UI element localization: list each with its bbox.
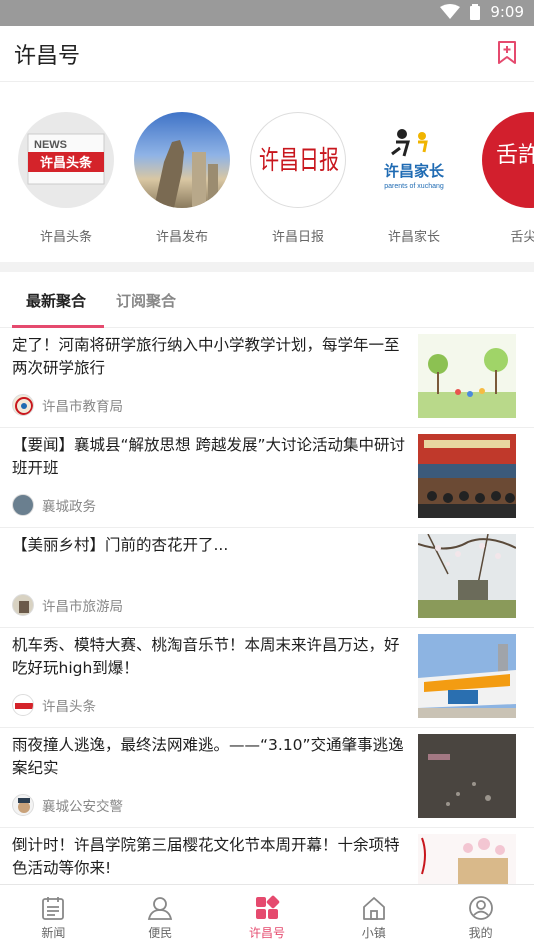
- source-avatar: [12, 694, 34, 716]
- channel-item-xuchang-jiazhang[interactable]: 许昌家长 parents of xuchang 许昌家长: [359, 112, 469, 245]
- news-title: 机车秀、模特大赛、桃淘音乐节！本周末来许昌万达，好吃好玩high到爆！: [12, 636, 400, 677]
- list-item[interactable]: 倒计时！许昌学院第三届樱花文化节本周开幕！十余项特色活动等你来!: [0, 828, 534, 888]
- source-avatar: [12, 394, 34, 416]
- status-time: 9:09: [490, 3, 524, 21]
- tab-subscribed[interactable]: 订阅聚合: [116, 290, 176, 311]
- nav-label: 许昌号: [248, 926, 285, 940]
- source-name: 襄城政务: [42, 499, 96, 515]
- list-item[interactable]: 定了！河南将研学旅行纳入中小学教学计划，每学年一至两次研学旅行 许昌市教育局: [0, 328, 534, 428]
- tab-bar: 最新聚合 订阅聚合: [0, 272, 534, 328]
- svg-text:许昌头条: 许昌头条: [40, 155, 93, 171]
- news-source: 许昌头条: [12, 694, 96, 716]
- people-icon: [148, 897, 173, 920]
- news-thumbnail: [418, 734, 516, 818]
- wifi-icon: [440, 4, 461, 20]
- news-thumbnail: [418, 834, 516, 888]
- news-thumbnail: [418, 334, 516, 418]
- nav-item-mine[interactable]: 我的: [427, 885, 534, 949]
- nav-item-xuchanghao[interactable]: 许昌号: [214, 885, 321, 949]
- channel-logo-xuchang-toutiao: NEWS 许昌头条: [18, 112, 114, 208]
- battery-icon: [470, 4, 481, 20]
- news-thumbnail: [418, 534, 516, 618]
- nav-item-town[interactable]: 小镇: [320, 885, 427, 949]
- channel-logo-xuchang-fabu: [134, 112, 230, 208]
- list-item[interactable]: 【要闻】襄城县“解放思想 跨越发展”大讨论活动集中研讨班开班 襄城政务: [0, 428, 534, 528]
- channel-logo-shejian: 舌許: [482, 112, 534, 208]
- nav-label: 便民: [148, 926, 173, 940]
- source-name: 襄城公安交警: [42, 799, 123, 815]
- channel-label: 许昌发布: [155, 230, 208, 245]
- news-source: 襄城政务: [12, 494, 96, 516]
- bottom-nav: 新闻 便民 许昌号 小镇 我的: [0, 884, 534, 949]
- nav-item-news[interactable]: 新闻: [0, 885, 107, 949]
- bookmark-add-icon[interactable]: [496, 40, 518, 66]
- channel-carousel[interactable]: NEWS 许昌头条 许昌头条 许昌发布 许昌日报 许昌日报 许昌家长 paren…: [0, 100, 534, 260]
- news-source: 许昌市教育局: [12, 394, 123, 416]
- list-item[interactable]: 机车秀、模特大赛、桃淘音乐节！本周末来许昌万达，好吃好玩high到爆！ 许昌头条: [0, 628, 534, 728]
- status-icons: 9:09: [440, 3, 524, 21]
- home-icon: [362, 897, 385, 920]
- channel-label: 舌尖许: [510, 230, 534, 245]
- channel-item-shejian[interactable]: 舌許 舌尖许: [475, 112, 534, 245]
- source-name: 许昌市教育局: [42, 399, 123, 415]
- nav-label: 我的: [468, 926, 493, 940]
- news-title: 倒计时！许昌学院第三届樱花文化节本周开幕！十余项特色活动等你来!: [12, 836, 400, 877]
- calendar-icon: [42, 897, 65, 920]
- news-source: 许昌市旅游局: [12, 594, 123, 616]
- app-header: 许昌号: [0, 26, 534, 82]
- news-title: 【美丽乡村】门前的杏花开了...: [12, 536, 229, 554]
- grid-icon: [255, 895, 280, 919]
- channel-logo-xuchang-ribao: 许昌日报: [250, 112, 346, 208]
- news-thumbnail: [418, 634, 516, 718]
- svg-text:许昌家长: 许昌家长: [384, 162, 445, 180]
- channel-label: 许昌日报: [271, 230, 324, 245]
- svg-text:parents of xuchang: parents of xuchang: [384, 183, 444, 190]
- section-divider: [0, 262, 534, 272]
- source-name: 许昌市旅游局: [42, 599, 123, 615]
- channel-label: 许昌家长: [387, 230, 440, 245]
- list-item[interactable]: 【美丽乡村】门前的杏花开了... 许昌市旅游局: [0, 528, 534, 628]
- channel-label: 许昌头条: [39, 230, 92, 245]
- source-avatar: [12, 494, 34, 516]
- channel-item-xuchang-toutiao[interactable]: NEWS 许昌头条 许昌头条: [11, 112, 121, 245]
- source-avatar: [12, 594, 34, 616]
- nav-label: 小镇: [361, 926, 386, 940]
- news-title: 雨夜撞人逃逸，最终法网难逃。——“3.10”交通肇事逃逸案纪实: [12, 736, 404, 777]
- list-item[interactable]: 雨夜撞人逃逸，最终法网难逃。——“3.10”交通肇事逃逸案纪实 襄城公安交警: [0, 728, 534, 828]
- user-icon: [468, 896, 493, 920]
- nav-label: 新闻: [41, 926, 66, 940]
- nav-item-services[interactable]: 便民: [107, 885, 214, 949]
- news-title: 定了！河南将研学旅行纳入中小学教学计划，每学年一至两次研学旅行: [12, 336, 400, 377]
- source-name: 许昌头条: [42, 699, 96, 715]
- svg-text:许昌日报: 许昌日报: [259, 146, 339, 176]
- news-source: 襄城公安交警: [12, 794, 123, 816]
- tab-latest[interactable]: 最新聚合: [26, 290, 86, 311]
- news-thumbnail: [418, 434, 516, 518]
- page-title: 许昌号: [14, 44, 81, 69]
- svg-text:舌許: 舌許: [496, 143, 534, 168]
- channel-item-xuchang-fabu[interactable]: 许昌发布: [127, 112, 237, 245]
- status-bar: 9:09: [0, 0, 534, 26]
- svg-text:NEWS: NEWS: [34, 139, 67, 151]
- news-title: 【要闻】襄城县“解放思想 跨越发展”大讨论活动集中研讨班开班: [12, 436, 405, 477]
- source-avatar: [12, 794, 34, 816]
- channel-item-xuchang-ribao[interactable]: 许昌日报 许昌日报: [243, 112, 353, 245]
- channel-logo-xuchang-jiazhang: 许昌家长 parents of xuchang: [366, 112, 462, 208]
